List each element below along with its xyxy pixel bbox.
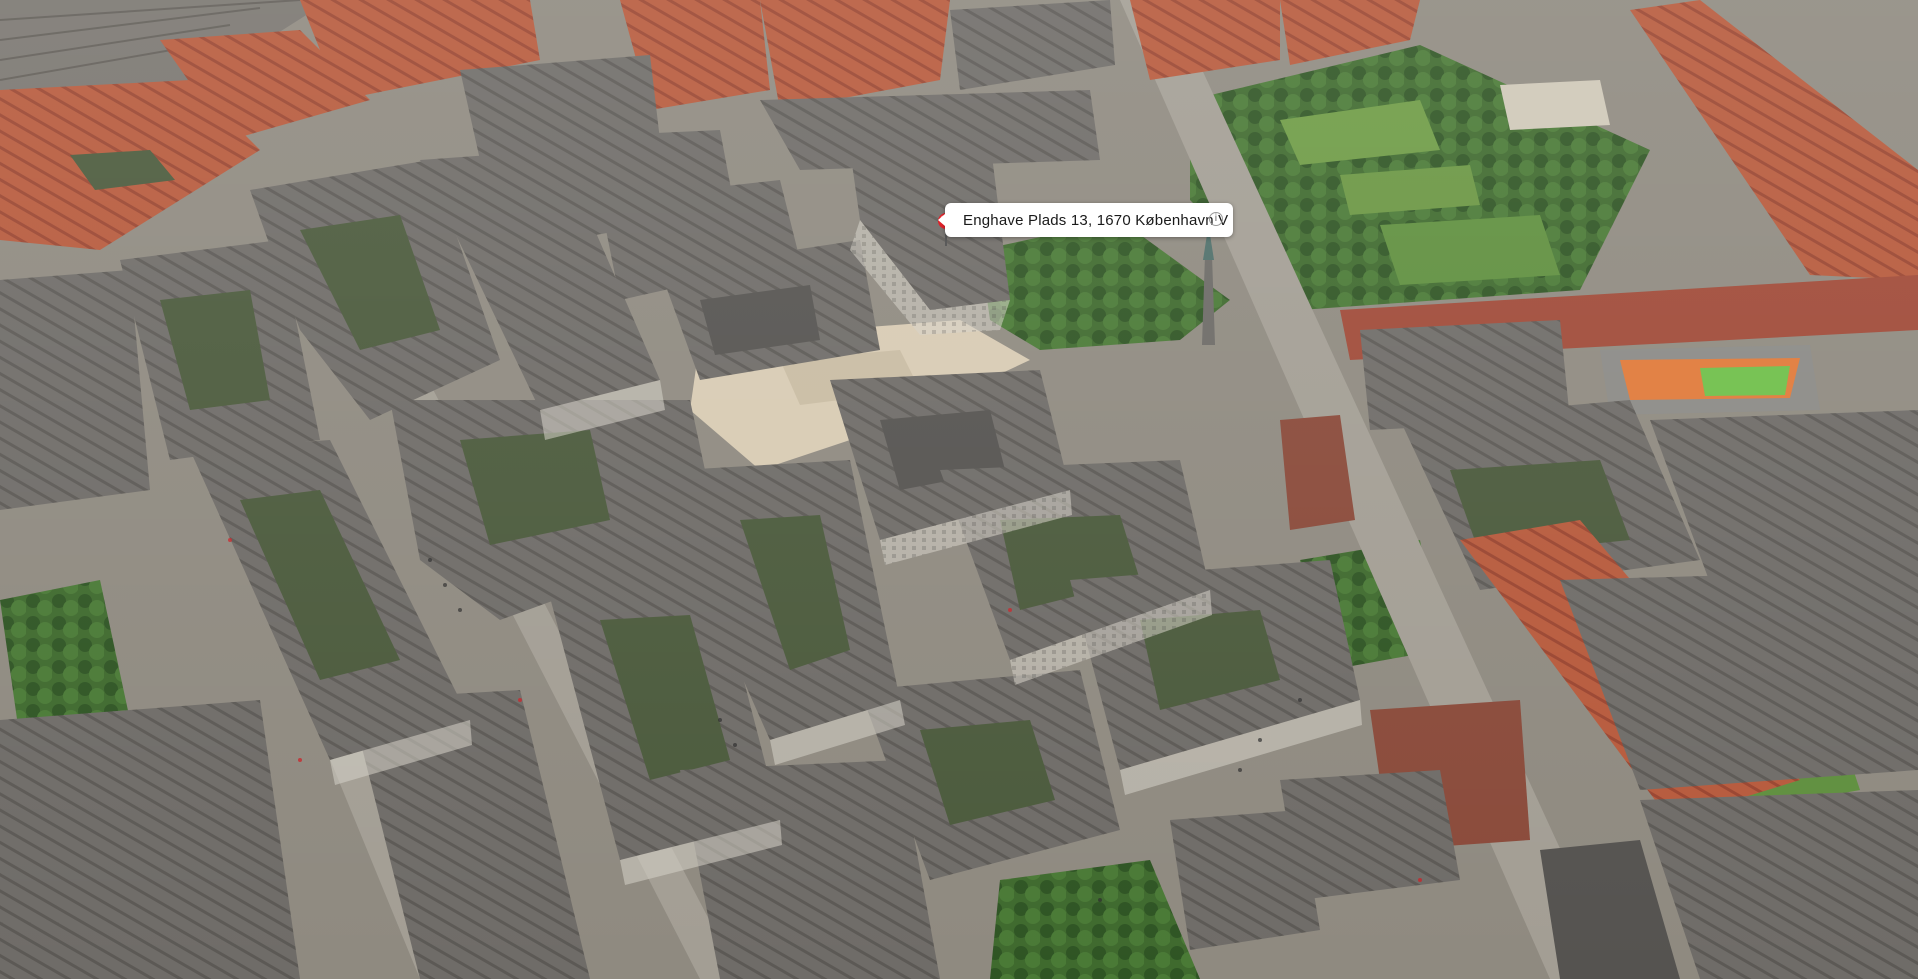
map-canvas[interactable] <box>0 0 1918 979</box>
callout-address: Enghave Plads 13, 1670 København V <box>963 211 1229 229</box>
info-circle-icon[interactable]: i <box>1209 212 1223 226</box>
satellite-3d-view[interactable] <box>0 0 1918 979</box>
atmospheric-haze <box>0 0 1918 979</box>
address-callout[interactable]: Enghave Plads 13, 1670 København V i <box>938 203 1233 237</box>
